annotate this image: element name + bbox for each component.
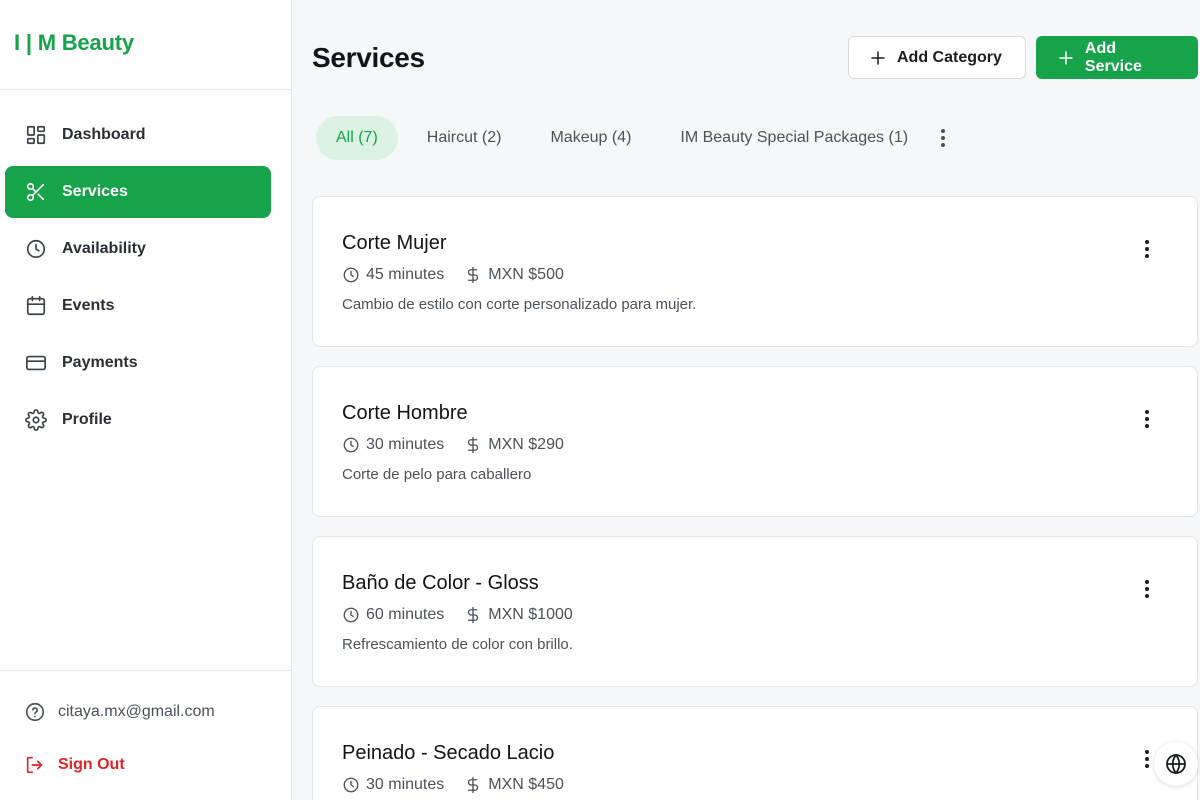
service-meta: 30 minutes MXN $290	[342, 436, 564, 454]
service-duration: 45 minutes	[366, 266, 445, 283]
sidebar-item-label: Payments	[62, 354, 138, 371]
service-name: Corte Hombre	[342, 402, 468, 424]
tab-all[interactable]: All (7)	[316, 116, 398, 160]
help-circle-icon	[25, 702, 45, 722]
add-service-button[interactable]: Add Service	[1036, 36, 1198, 79]
sign-out-icon	[26, 756, 43, 774]
calendar-icon	[24, 294, 48, 318]
add-service-label: Add Service	[1084, 39, 1142, 75]
more-options-icon[interactable]	[1135, 237, 1159, 261]
service-price: MXN $500	[488, 266, 564, 283]
sidebar-item-services[interactable]: Services	[5, 166, 271, 218]
service-card[interactable]: Baño de Color - Gloss 60 minutes MXN $10…	[312, 536, 1198, 687]
clock-icon	[343, 607, 359, 623]
sidebar-item-label: Services	[62, 183, 128, 200]
clock-icon	[343, 777, 359, 793]
add-category-button[interactable]: Add Category	[848, 36, 1026, 79]
add-category-label: Add Category	[897, 48, 1002, 66]
service-meta: 60 minutes MXN $1000	[342, 606, 573, 624]
service-card[interactable]: Corte Hombre 30 minutes MXN $290 Corte d…	[312, 366, 1198, 517]
service-price: MXN $450	[488, 776, 564, 793]
service-duration: 60 minutes	[366, 606, 445, 623]
service-name: Baño de Color - Gloss	[342, 572, 539, 594]
service-price: MXN $290	[488, 436, 564, 453]
dollar-icon	[468, 436, 479, 454]
tab-haircut[interactable]: Haircut (2)	[407, 116, 522, 160]
scissors-icon	[24, 180, 48, 204]
dollar-icon	[468, 266, 479, 284]
globe-icon	[1166, 753, 1186, 775]
credit-card-icon	[24, 351, 48, 375]
language-globe-button[interactable]	[1154, 742, 1198, 786]
sidebar-item-label: Events	[62, 297, 115, 314]
service-name: Peinado - Secado Lacio	[342, 742, 555, 764]
tabs-more-options-icon[interactable]	[931, 126, 955, 150]
service-meta: 45 minutes MXN $500	[342, 266, 564, 284]
service-meta: 30 minutes MXN $450	[342, 776, 564, 794]
clock-icon	[24, 237, 48, 261]
service-card[interactable]: Peinado - Secado Lacio 30 minutes MXN $4…	[312, 706, 1198, 800]
service-description: Corte de pelo para caballero	[342, 466, 532, 483]
clock-icon	[343, 267, 359, 283]
sign-out-button[interactable]: Sign Out	[24, 754, 125, 776]
service-description: Cambio de estilo con corte personalizado…	[342, 296, 697, 313]
sidebar-nav: Dashboard Services Availability Events P…	[0, 90, 291, 446]
service-description: Refrescamiento de color con brillo.	[342, 636, 573, 653]
page-title: Services	[312, 42, 425, 73]
sidebar-item-label: Dashboard	[62, 126, 146, 143]
service-card[interactable]: Corte Mujer 45 minutes MXN $500 Cambio d…	[312, 196, 1198, 347]
sidebar-item-payments[interactable]: Payments	[5, 337, 271, 389]
sidebar-item-label: Availability	[62, 240, 146, 257]
sidebar: I | M Beauty Dashboard Services Availabi…	[0, 0, 292, 800]
sidebar-item-availability[interactable]: Availability	[5, 223, 271, 275]
service-name: Corte Mujer	[342, 232, 447, 254]
sidebar-footer: citaya.mx@gmail.com Sign Out	[0, 670, 291, 800]
more-options-icon[interactable]	[1135, 577, 1159, 601]
sidebar-item-label: Profile	[62, 411, 112, 428]
more-options-icon[interactable]	[1135, 407, 1159, 431]
plus-icon	[871, 50, 885, 65]
plus-icon	[1059, 50, 1073, 65]
gear-icon	[24, 408, 48, 432]
dollar-icon	[468, 606, 479, 624]
dollar-icon	[468, 776, 479, 794]
sidebar-item-events[interactable]: Events	[5, 280, 271, 332]
sidebar-item-profile[interactable]: Profile	[5, 394, 271, 446]
service-duration: 30 minutes	[366, 776, 445, 793]
main-content: Services Add Category Add Service All (7…	[293, 0, 1200, 800]
sign-out-label: Sign Out	[58, 756, 125, 773]
clock-icon	[343, 437, 359, 453]
category-tabs: All (7) Haircut (2) Makeup (4) IM Beauty…	[316, 116, 955, 160]
account-email-text: citaya.mx@gmail.com	[58, 703, 215, 720]
account-email: citaya.mx@gmail.com	[24, 701, 215, 723]
dashboard-grid-icon	[24, 123, 48, 147]
tab-makeup[interactable]: Makeup (4)	[530, 116, 651, 160]
service-price: MXN $1000	[488, 606, 573, 623]
brand-logo: I | M Beauty	[0, 0, 291, 90]
sidebar-item-dashboard[interactable]: Dashboard	[5, 109, 271, 161]
service-duration: 30 minutes	[366, 436, 445, 453]
tab-special-packages[interactable]: IM Beauty Special Packages (1)	[660, 116, 928, 160]
